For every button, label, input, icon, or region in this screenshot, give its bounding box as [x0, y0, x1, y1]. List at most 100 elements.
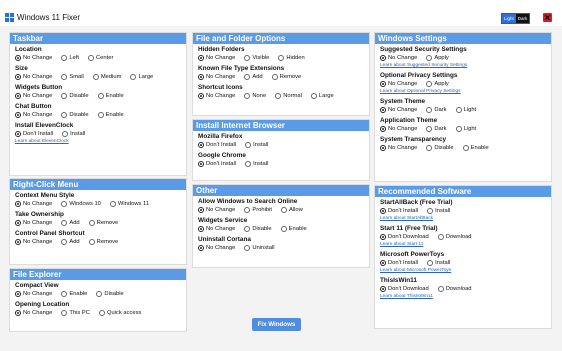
radio-button[interactable]: [455, 107, 462, 113]
radio-option[interactable]: No Change: [15, 238, 52, 246]
radio-button[interactable]: [380, 55, 386, 61]
radio-button[interactable]: [427, 208, 434, 214]
radio-button[interactable]: [244, 93, 251, 99]
radio-button[interactable]: [198, 55, 204, 61]
radio-option[interactable]: Don't Download: [380, 233, 429, 241]
radio-option[interactable]: Install: [245, 160, 268, 168]
radio-button[interactable]: [437, 234, 444, 240]
radio-button[interactable]: [278, 55, 285, 61]
radio-option[interactable]: Don't Install: [380, 259, 418, 267]
theme-toggle[interactable]: Light Dark: [501, 13, 531, 24]
radio-option[interactable]: None: [244, 92, 266, 100]
radio-option[interactable]: Uninstall: [244, 244, 275, 252]
radio-option[interactable]: Disable: [96, 290, 124, 298]
radio-option[interactable]: No Change: [380, 106, 417, 114]
radio-option[interactable]: Enable: [462, 144, 489, 152]
radio-button[interactable]: [380, 260, 386, 266]
radio-button[interactable]: [271, 74, 278, 80]
radio-option[interactable]: Remove: [88, 219, 118, 227]
radio-button[interactable]: [61, 55, 68, 61]
radio-button[interactable]: [426, 145, 433, 151]
radio-option[interactable]: Install: [245, 141, 268, 149]
radio-button[interactable]: [15, 239, 21, 245]
radio-option[interactable]: Windows 10: [61, 200, 101, 208]
radio-option[interactable]: No Change: [15, 219, 52, 227]
radio-option[interactable]: Disable: [61, 92, 89, 100]
radio-button[interactable]: [455, 126, 462, 132]
learn-more-link[interactable]: Learn about Microsoft PowerToys: [380, 267, 546, 274]
radio-option[interactable]: Light: [455, 125, 476, 133]
radio-option[interactable]: Windows 11: [109, 200, 149, 208]
radio-button[interactable]: [15, 74, 21, 80]
radio-button[interactable]: [426, 55, 433, 61]
radio-option[interactable]: Download: [437, 285, 472, 293]
radio-button[interactable]: [198, 245, 204, 251]
radio-button[interactable]: [380, 145, 386, 151]
radio-option[interactable]: No Change: [15, 54, 52, 62]
radio-button[interactable]: [61, 239, 68, 245]
radio-option[interactable]: No Change: [15, 290, 52, 298]
radio-button[interactable]: [437, 286, 444, 292]
radio-button[interactable]: [96, 291, 103, 297]
radio-button[interactable]: [61, 112, 68, 118]
radio-option[interactable]: Don't Install: [380, 207, 418, 215]
radio-option[interactable]: Enable: [97, 111, 124, 119]
fix-windows-button[interactable]: Fix Windows: [252, 318, 301, 331]
radio-option[interactable]: No Change: [198, 73, 235, 81]
radio-option[interactable]: No Change: [15, 92, 52, 100]
radio-button[interactable]: [280, 226, 287, 232]
radio-button[interactable]: [310, 93, 317, 99]
radio-button[interactable]: [244, 226, 251, 232]
radio-option[interactable]: Install: [427, 259, 450, 267]
radio-option[interactable]: Hidden: [278, 54, 305, 62]
radio-option[interactable]: Install: [427, 207, 450, 215]
radio-option[interactable]: This PC: [61, 309, 90, 317]
radio-button[interactable]: [380, 107, 386, 113]
radio-option[interactable]: Disable: [244, 225, 272, 233]
radio-button[interactable]: [61, 74, 68, 80]
radio-option[interactable]: No Change: [380, 125, 417, 133]
radio-option[interactable]: Disable: [61, 111, 89, 119]
theme-dark-button[interactable]: Dark: [515, 14, 530, 23]
radio-option[interactable]: No Change: [198, 92, 235, 100]
learn-more-link[interactable]: Learn about ElevenClock: [15, 138, 181, 145]
radio-button[interactable]: [15, 291, 21, 297]
radio-button[interactable]: [198, 161, 204, 167]
radio-option[interactable]: Normal: [275, 92, 302, 100]
radio-option[interactable]: No Change: [380, 144, 417, 152]
radio-button[interactable]: [15, 310, 21, 316]
radio-option[interactable]: Remove: [271, 73, 301, 81]
radio-button[interactable]: [426, 126, 433, 132]
radio-option[interactable]: Don't Install: [198, 141, 236, 149]
radio-option[interactable]: No Change: [15, 200, 52, 208]
radio-button[interactable]: [426, 81, 433, 87]
radio-button[interactable]: [244, 74, 251, 80]
radio-option[interactable]: Don't Install: [198, 160, 236, 168]
radio-option[interactable]: Medium: [92, 73, 121, 81]
radio-button[interactable]: [98, 310, 105, 316]
radio-button[interactable]: [198, 93, 204, 99]
radio-button[interactable]: [61, 220, 68, 226]
radio-option[interactable]: Don't Download: [380, 285, 429, 293]
radio-option[interactable]: No Change: [15, 309, 52, 317]
close-icon[interactable]: [543, 13, 552, 22]
radio-button[interactable]: [109, 201, 116, 207]
radio-option[interactable]: Apply: [426, 54, 449, 62]
radio-button[interactable]: [426, 107, 433, 113]
radio-button[interactable]: [380, 286, 386, 292]
radio-option[interactable]: Visible: [244, 54, 269, 62]
radio-button[interactable]: [130, 74, 137, 80]
radio-option[interactable]: No Change: [198, 244, 235, 252]
radio-option[interactable]: Large: [310, 92, 334, 100]
radio-button[interactable]: [15, 93, 21, 99]
radio-option[interactable]: Download: [437, 233, 472, 241]
radio-option[interactable]: Prohibit: [244, 206, 272, 214]
radio-button[interactable]: [15, 55, 21, 61]
radio-option[interactable]: No Change: [15, 111, 52, 119]
radio-option[interactable]: Large: [130, 73, 153, 81]
radio-button[interactable]: [88, 220, 95, 226]
radio-button[interactable]: [245, 142, 252, 148]
radio-button[interactable]: [198, 207, 204, 213]
learn-more-link[interactable]: Learn about Suggested Security Settings: [380, 62, 546, 69]
radio-button[interactable]: [280, 207, 287, 213]
